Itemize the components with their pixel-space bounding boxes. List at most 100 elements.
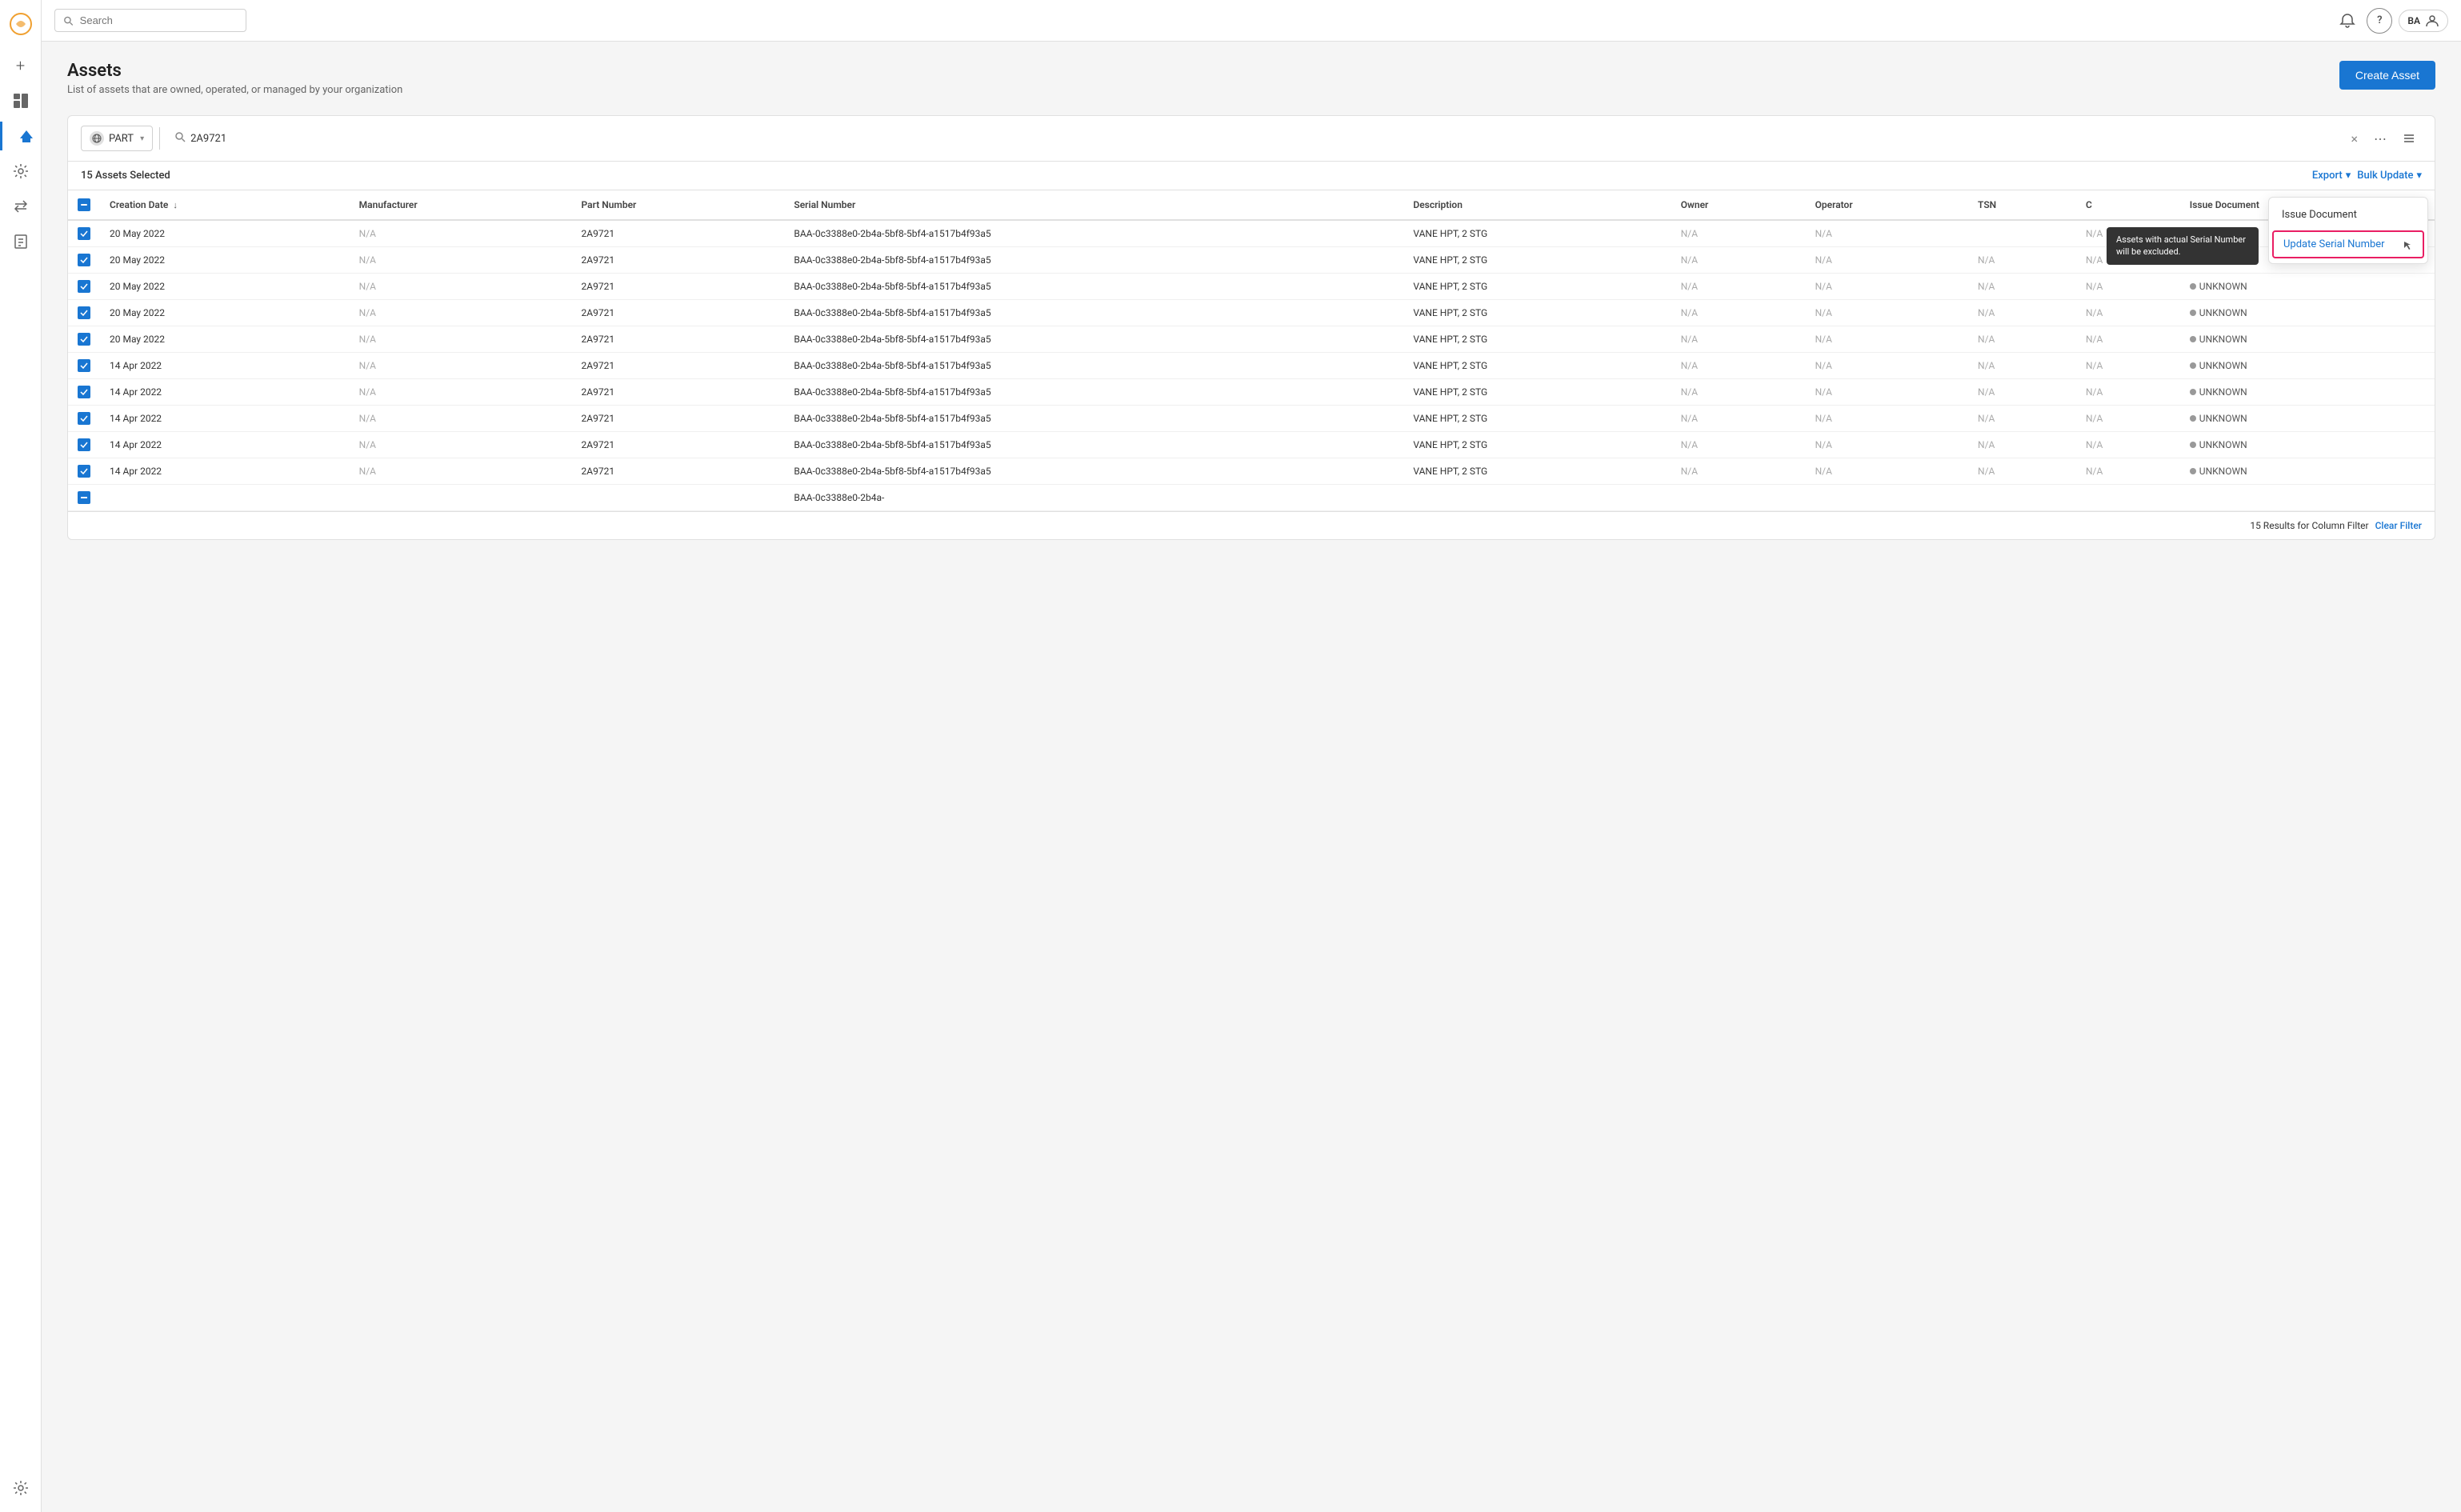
- sidebar-item-transfer[interactable]: [6, 192, 35, 221]
- filter-type-selector[interactable]: PART ▾: [81, 126, 153, 151]
- table-cell: N/A: [2076, 458, 2180, 485]
- row-checkbox-cell[interactable]: [68, 326, 100, 353]
- export-chevron-icon: ▾: [2346, 170, 2351, 182]
- table-cell: 2A9721: [572, 274, 785, 300]
- table-row: 14 Apr 2022N/A2A9721BAA-0c3388e0-2b4a-5b…: [68, 353, 2435, 379]
- table-row: 20 May 2022N/A2A9721BAA-0c3388e0-2b4a-5b…: [68, 300, 2435, 326]
- results-text: 15 Results for Column Filter: [2250, 520, 2368, 531]
- dropdown-item-update-serial-number[interactable]: Update Serial Number: [2272, 230, 2424, 258]
- table-cell: N/A: [1968, 274, 2076, 300]
- table-cell: N/A: [350, 379, 572, 406]
- table-cell: BAA-0c3388e0-2b4a-5bf8-5bf4-a1517b4f93a5: [784, 458, 1403, 485]
- tooltip: Assets with actual Serial Number will be…: [2107, 227, 2259, 265]
- table-cell: [2076, 485, 2180, 511]
- table-cell: N/A: [1968, 247, 2076, 274]
- table-cell: 14 Apr 2022: [100, 353, 350, 379]
- table-cell: N/A: [350, 274, 572, 300]
- search-box[interactable]: [54, 9, 246, 32]
- select-all-header[interactable]: [68, 190, 100, 220]
- row-checkbox-cell[interactable]: [68, 353, 100, 379]
- user-chip[interactable]: BA: [2399, 10, 2448, 32]
- manufacturer-header[interactable]: Manufacturer: [350, 190, 572, 220]
- table-cell: 20 May 2022: [100, 300, 350, 326]
- filter-columns-button[interactable]: [2396, 126, 2422, 151]
- table-cell: BAA-0c3388e0-2b4a-5bf8-5bf4-a1517b4f93a5: [784, 247, 1403, 274]
- sidebar-item-dashboard[interactable]: [6, 86, 35, 115]
- table-cell: BAA-0c3388e0-2b4a-5bf8-5bf4-a1517b4f93a5: [784, 379, 1403, 406]
- topbar: ? BA: [42, 0, 2461, 42]
- row-checkbox-cell[interactable]: [68, 406, 100, 432]
- serial-number-header[interactable]: Serial Number: [784, 190, 1403, 220]
- sidebar-item-documents[interactable]: [6, 227, 35, 256]
- table-cell: VANE HPT, 2 STG: [1403, 353, 1671, 379]
- table-cell: N/A: [1806, 220, 1968, 247]
- table-cell: VANE HPT, 2 STG: [1403, 247, 1671, 274]
- app-logo[interactable]: [6, 10, 35, 38]
- table-cell: BAA-0c3388e0-2b4a-5bf8-5bf4-a1517b4f93a5: [784, 274, 1403, 300]
- creation-date-label: Creation Date: [110, 199, 168, 210]
- table-cell: N/A: [1671, 458, 1806, 485]
- export-button[interactable]: Export ▾: [2312, 170, 2351, 182]
- clear-filter-link[interactable]: Clear Filter: [2375, 520, 2422, 531]
- bulk-update-label: Bulk Update: [2357, 170, 2413, 182]
- table-cell: BAA-0c3388e0-2b4a-5bf8-5bf4-a1517b4f93a5: [784, 326, 1403, 353]
- table-cell: 14 Apr 2022: [100, 432, 350, 458]
- creation-date-header[interactable]: Creation Date ↓: [100, 190, 350, 220]
- row-checkbox-cell[interactable]: [68, 274, 100, 300]
- table-cell: N/A: [1671, 274, 1806, 300]
- sidebar-item-maintenance[interactable]: [6, 157, 35, 186]
- issue-doc-cell: UNKNOWN: [2180, 300, 2435, 326]
- table-row: 14 Apr 2022N/A2A9721BAA-0c3388e0-2b4a-5b…: [68, 458, 2435, 485]
- table-cell: [1968, 220, 2076, 247]
- selection-count: 15 Assets Selected: [81, 170, 170, 182]
- create-asset-button[interactable]: Create Asset: [2339, 61, 2435, 90]
- table-cell: N/A: [350, 458, 572, 485]
- table-row: 14 Apr 2022N/A2A9721BAA-0c3388e0-2b4a-5b…: [68, 379, 2435, 406]
- bulk-update-button[interactable]: Bulk Update ▾: [2357, 170, 2422, 182]
- row-checkbox-cell[interactable]: [68, 458, 100, 485]
- owner-header[interactable]: Owner: [1671, 190, 1806, 220]
- table-cell: N/A: [1806, 406, 1968, 432]
- table-cell: BAA-0c3388e0-2b4a-5bf8-5bf4-a1517b4f93a5: [784, 300, 1403, 326]
- notifications-icon[interactable]: [2335, 8, 2360, 34]
- row-checkbox-cell[interactable]: [68, 247, 100, 274]
- table-cell: N/A: [1968, 353, 2076, 379]
- table-cell: N/A: [350, 247, 572, 274]
- operator-header[interactable]: Operator: [1806, 190, 1968, 220]
- table-row: 20 May 2022N/A2A9721BAA-0c3388e0-2b4a-5b…: [68, 326, 2435, 353]
- c-header[interactable]: C: [2076, 190, 2180, 220]
- issue-doc-cell: UNKNOWN: [2180, 379, 2435, 406]
- help-icon[interactable]: ?: [2367, 8, 2392, 34]
- description-header[interactable]: Description: [1403, 190, 1671, 220]
- table-cell: 2A9721: [572, 220, 785, 247]
- row-checkbox-cell[interactable]: [68, 485, 100, 511]
- topbar-icons: ? BA: [2335, 8, 2448, 34]
- tsn-header[interactable]: TSN: [1968, 190, 2076, 220]
- row-checkbox-cell[interactable]: [68, 432, 100, 458]
- table-cell: N/A: [2076, 432, 2180, 458]
- table-cell: N/A: [1671, 432, 1806, 458]
- filter-chevron-icon: ▾: [140, 134, 144, 143]
- table-cell: N/A: [1968, 326, 2076, 353]
- row-checkbox-cell[interactable]: [68, 379, 100, 406]
- table-cell: N/A: [1968, 458, 2076, 485]
- sidebar-item-settings[interactable]: [6, 1474, 35, 1502]
- filter-clear-button[interactable]: ×: [2347, 128, 2361, 150]
- table-cell: 20 May 2022: [100, 247, 350, 274]
- part-number-header[interactable]: Part Number: [572, 190, 785, 220]
- dropdown-menu: Issue Document Update Serial Number: [2268, 197, 2428, 264]
- search-input[interactable]: [80, 14, 238, 26]
- table-cell: N/A: [1968, 406, 2076, 432]
- filter-more-button[interactable]: ⋯: [2367, 126, 2393, 151]
- filter-bar: PART ▾ 2A9721 × ⋯: [67, 115, 2435, 162]
- sidebar-item-add[interactable]: +: [6, 51, 35, 80]
- dropdown-item-issue-document[interactable]: Issue Document: [2269, 201, 2427, 229]
- issue-doc-cell: UNKNOWN: [2180, 274, 2435, 300]
- sidebar-item-assets[interactable]: [0, 122, 41, 150]
- content-area: Assets List of assets that are owned, op…: [42, 42, 2461, 1512]
- row-checkbox-cell[interactable]: [68, 220, 100, 247]
- row-checkbox-cell[interactable]: [68, 300, 100, 326]
- table-cell: [1403, 485, 1671, 511]
- table-cell: N/A: [2076, 379, 2180, 406]
- page-header: Assets List of assets that are owned, op…: [67, 61, 2435, 96]
